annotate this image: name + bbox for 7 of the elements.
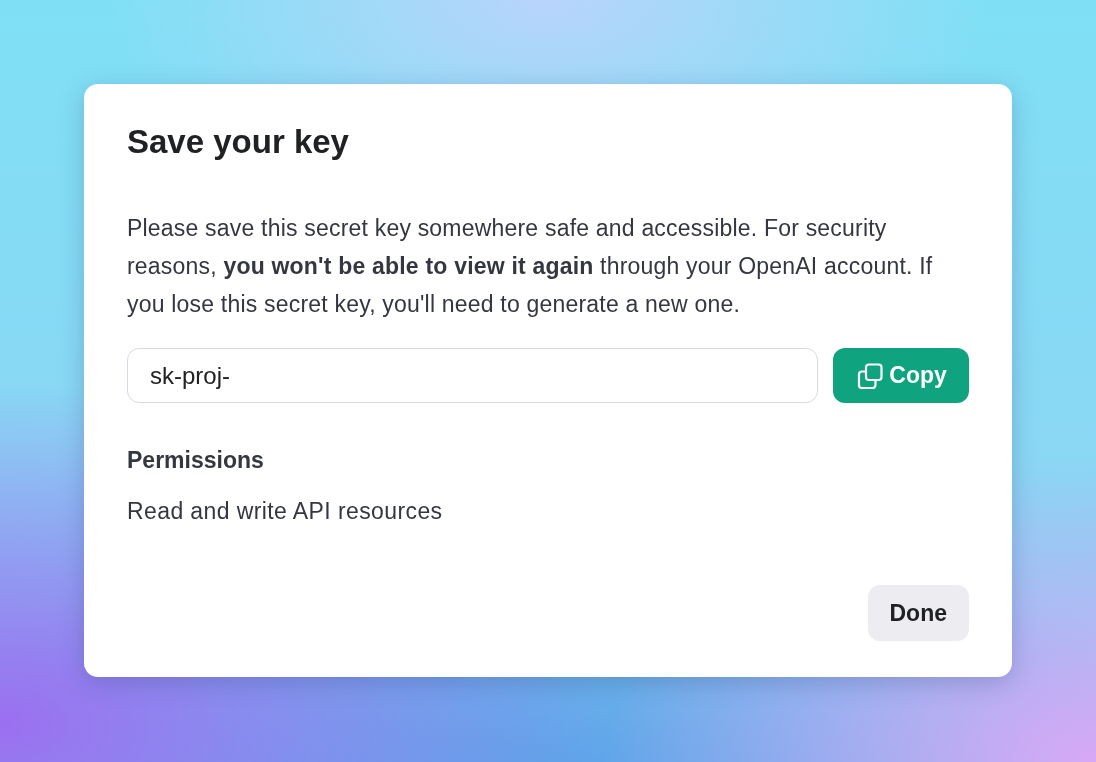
permissions-heading: Permissions <box>127 446 264 475</box>
dialog-title: Save your key <box>127 122 349 162</box>
done-button[interactable]: Done <box>867 585 969 641</box>
permissions-value: Read and write API resources <box>127 497 443 526</box>
key-field[interactable]: sk-proj- <box>127 348 819 403</box>
dialog-message: Please save this secret key somewhere safe and accessible. For security reasons, you won't be able to view it again through your OpenAI account. If you lose this secret key, you'll need to generate a new one. <box>127 214 934 319</box>
copy-icon <box>857 362 884 389</box>
